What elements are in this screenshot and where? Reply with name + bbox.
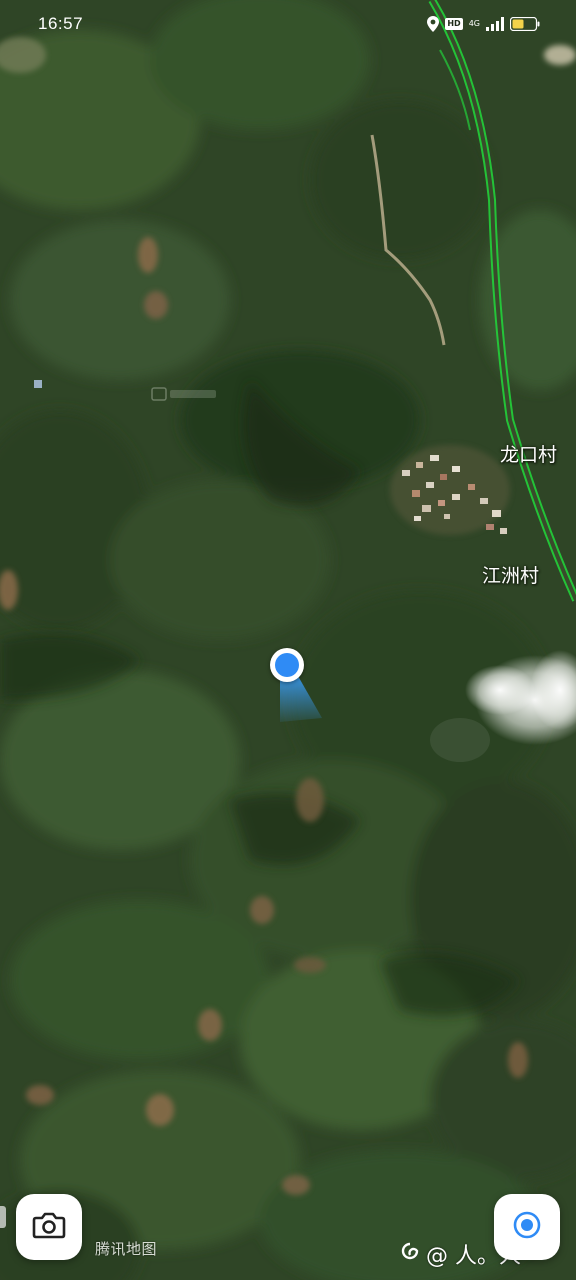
location-icon <box>427 16 440 32</box>
signal-icon <box>486 17 504 31</box>
network-label: 4G <box>468 19 480 28</box>
place-label-longkou[interactable]: 龙口村 <box>500 440 557 467</box>
map-logo: 腾讯地图 <box>95 1240 158 1258</box>
place-label-jiangzhou[interactable]: 江洲村 <box>482 561 539 588</box>
satellite-map[interactable] <box>0 0 576 1280</box>
locate-icon <box>510 1208 544 1246</box>
status-time: 16:57 <box>38 14 84 33</box>
camera-button[interactable] <box>16 1194 82 1260</box>
battery-icon <box>510 17 540 31</box>
hd-badge: HD <box>445 18 463 30</box>
current-location-marker[interactable] <box>270 648 304 682</box>
watermark-swirl-icon <box>400 1241 420 1267</box>
side-drawer-handle[interactable] <box>0 1206 6 1228</box>
status-bar: 16:57 HD 4G <box>0 0 576 48</box>
locate-button[interactable] <box>494 1194 560 1260</box>
camera-icon <box>32 1211 66 1243</box>
map-screen: 龙口村 江洲村 16:57 HD 4G 腾讯地图 @ 人。人 <box>0 0 576 1280</box>
status-icons: HD 4G <box>427 14 540 34</box>
location-dot <box>275 653 299 677</box>
